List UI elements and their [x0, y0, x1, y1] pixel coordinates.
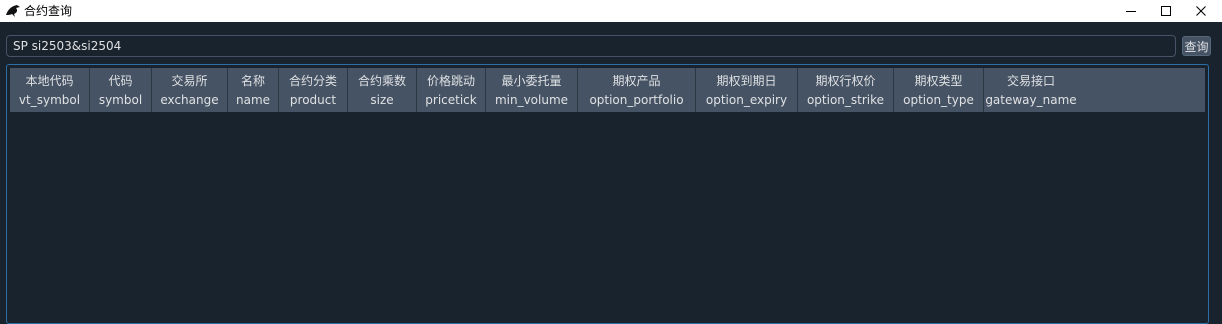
column-header-label: 交易所	[171, 74, 208, 88]
title-bar: 合约查询	[0, 0, 1222, 22]
column-header-name[interactable]: 名称 name	[228, 68, 279, 112]
column-header-label: 期权行权价	[815, 74, 876, 88]
column-header-option-strike[interactable]: 期权行权价 option_strike	[798, 68, 894, 112]
column-header-min-volume[interactable]: 最小委托量 min_volume	[486, 68, 578, 112]
column-header-vt-symbol[interactable]: 本地代码 vt_symbol	[10, 68, 90, 112]
column-header-label: 代码	[108, 74, 133, 88]
close-button[interactable]	[1178, 0, 1222, 22]
column-header-label: 本地代码	[25, 74, 74, 88]
close-icon	[1196, 6, 1206, 16]
column-header-option-expiry[interactable]: 期权到期日 option_expiry	[696, 68, 798, 112]
column-header-label: 价格跳动	[426, 74, 475, 88]
column-header-field: min_volume	[494, 93, 569, 107]
column-header-product[interactable]: 合约分类 product	[279, 68, 348, 112]
column-header-field: gateway_name	[985, 93, 1077, 107]
search-input[interactable]	[6, 35, 1176, 57]
column-header-gateway-name[interactable]: 交易接口 gateway_name	[984, 68, 1078, 112]
column-header-label: 合约乘数	[357, 74, 406, 88]
maximize-icon	[1161, 6, 1171, 16]
minimize-icon	[1126, 11, 1136, 12]
column-header-field: option_expiry	[705, 93, 788, 107]
column-header-field: vt_symbol	[18, 93, 81, 107]
column-header-field: option_strike	[806, 93, 885, 107]
column-header-label: 合约分类	[288, 74, 337, 88]
column-header-label: 最小委托量	[501, 74, 562, 88]
column-header-field: name	[235, 93, 271, 107]
table-body	[10, 112, 1205, 322]
column-header-option-portfolio[interactable]: 期权产品 option_portfolio	[578, 68, 696, 112]
column-header-field: symbol	[98, 93, 143, 107]
column-header-symbol[interactable]: 代码 symbol	[90, 68, 152, 112]
column-header-label: 期权产品	[612, 74, 661, 88]
column-header-field: exchange	[160, 93, 219, 107]
app-logo-icon	[5, 3, 21, 19]
window-title: 合约查询	[24, 4, 73, 18]
query-button[interactable]: 查询	[1182, 36, 1211, 56]
column-header-field: pricetick	[425, 93, 477, 107]
column-header-option-type[interactable]: 期权类型 option_type	[894, 68, 984, 112]
contract-table[interactable]: 本地代码 vt_symbol 代码 symbol 交易所 exchange 名称…	[6, 64, 1209, 324]
column-header-label: 名称	[240, 74, 265, 88]
column-header-field: size	[370, 93, 394, 107]
column-header-pricetick[interactable]: 价格跳动 pricetick	[417, 68, 486, 112]
column-header-size[interactable]: 合约乘数 size	[348, 68, 417, 112]
column-header-label: 交易接口	[1006, 74, 1055, 88]
column-header-field: product	[289, 93, 337, 107]
column-header-label: 期权类型	[914, 74, 963, 88]
column-header-label: 期权到期日	[716, 74, 777, 88]
column-header-exchange[interactable]: 交易所 exchange	[152, 68, 228, 112]
table-header: 本地代码 vt_symbol 代码 symbol 交易所 exchange 名称…	[10, 68, 1205, 112]
column-header-field: option_portfolio	[589, 93, 684, 107]
column-header-field: option_type	[903, 93, 974, 107]
